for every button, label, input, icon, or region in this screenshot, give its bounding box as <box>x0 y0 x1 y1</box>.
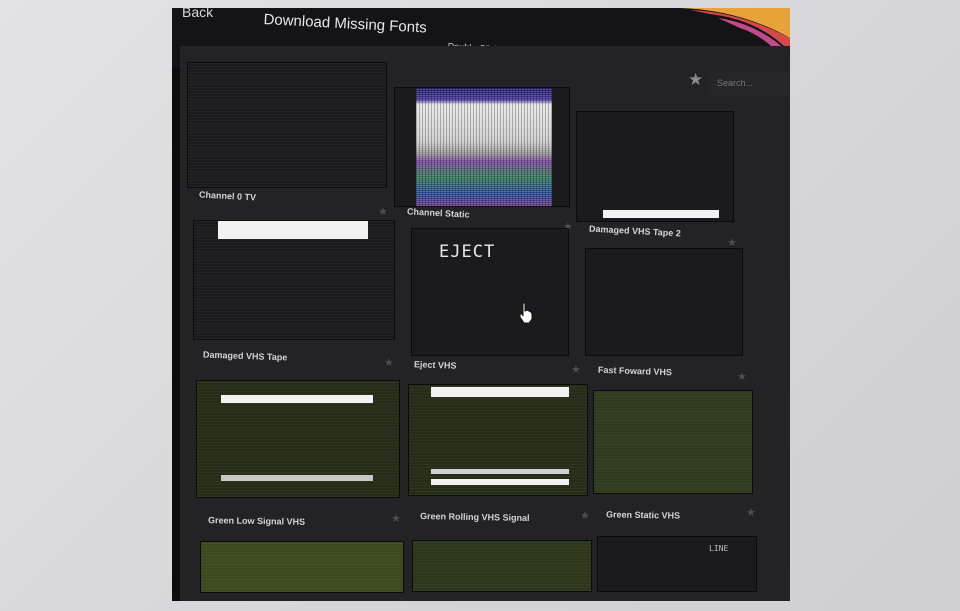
star-icon[interactable]: ★ <box>688 70 703 90</box>
search-input[interactable]: Search... <box>709 72 790 96</box>
download-missing-fonts-button[interactable]: Download Missing Fonts <box>263 11 427 37</box>
star-icon[interactable]: ★ <box>737 370 747 383</box>
star-icon[interactable]: ★ <box>378 205 388 218</box>
back-button[interactable]: Back <box>182 8 213 20</box>
star-icon[interactable]: ★ <box>571 363 581 376</box>
star-icon[interactable]: ★ <box>391 512 401 525</box>
preset-label: Eject VHS <box>413 359 457 371</box>
preset-thumbnail[interactable] <box>593 390 753 494</box>
preset-thumbnail[interactable] <box>585 248 743 356</box>
preset-thumbnail[interactable] <box>187 62 387 188</box>
preset-thumbnail[interactable] <box>576 111 734 222</box>
preset-thumbnail[interactable] <box>408 384 588 496</box>
star-icon[interactable]: ★ <box>580 509 590 522</box>
hand-cursor-icon <box>519 302 533 324</box>
channel-static-thumbnail[interactable] <box>416 88 552 206</box>
preset-thumbnail[interactable] <box>193 220 395 340</box>
preset-thumbnail[interactable] <box>200 541 404 593</box>
preset-thumbnail[interactable] <box>412 540 592 592</box>
star-icon[interactable]: ★ <box>384 356 394 369</box>
preset-thumbnail[interactable] <box>597 536 757 592</box>
preset-label: Green Static VHS <box>605 509 681 521</box>
preset-label: Green Rolling VHS Signal <box>419 511 530 523</box>
eject-overlay-text: EJECT <box>439 242 496 262</box>
preset-label: Green Low Signal VHS <box>207 515 306 527</box>
star-icon[interactable]: ★ <box>746 506 756 519</box>
thumbnail-overlay-text: LINE <box>709 544 729 553</box>
preset-thumbnail[interactable] <box>196 380 400 498</box>
